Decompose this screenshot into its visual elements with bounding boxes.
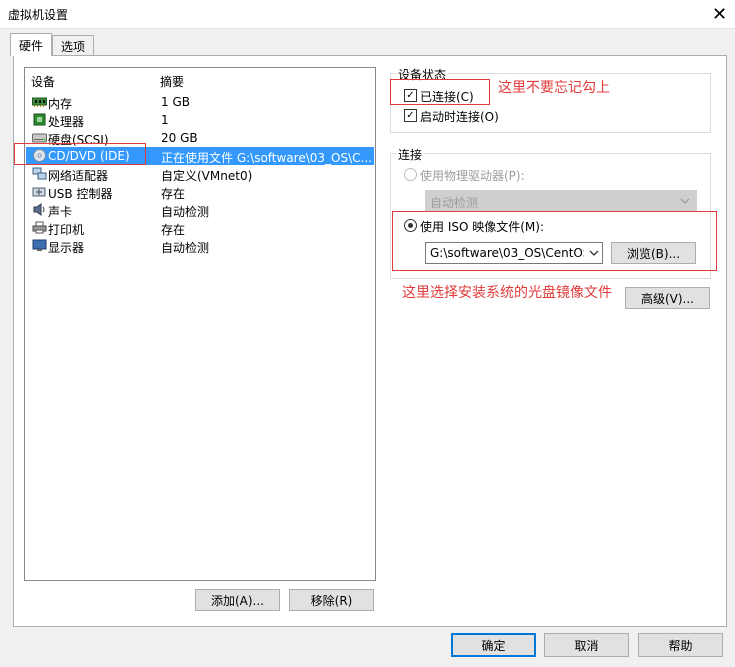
annotation-note-iso: 这里选择安装系统的光盘镜像文件 — [402, 285, 612, 301]
device-summary: 自动检测 — [161, 241, 210, 255]
physical-drive-select[interactable]: 自动检测 — [425, 190, 697, 212]
close-icon[interactable]: ✕ — [704, 0, 735, 28]
device-list-header: 设备 摘要 — [25, 68, 375, 90]
device-summary: 20 GB — [161, 131, 198, 145]
connection-group-label: 连接 — [396, 146, 425, 163]
annotation-box-iso — [392, 211, 717, 271]
device-name: 内存 — [48, 97, 73, 111]
device-name: 网络适配器 — [48, 169, 109, 183]
device-name: USB 控制器 — [48, 187, 113, 201]
tab-hardware[interactable]: 硬件 — [10, 33, 52, 56]
device-summary: 1 GB — [161, 95, 190, 109]
advanced-button[interactable]: 高级(V)... — [625, 287, 710, 309]
help-button[interactable]: 帮助 — [638, 633, 723, 657]
window-title: 虚拟机设置 — [8, 8, 69, 22]
tab-options[interactable]: 选项 — [52, 35, 94, 56]
column-header-device[interactable]: 设备 — [31, 73, 55, 90]
device-name: 打印机 — [48, 223, 85, 237]
physical-drive-label[interactable]: 使用物理驱动器(P): — [420, 167, 525, 184]
device-row-sound-card[interactable]: 声卡 自动检测 — [26, 201, 374, 219]
network-adapter-icon — [32, 167, 47, 180]
cancel-button[interactable]: 取消 — [544, 633, 629, 657]
device-row-processor[interactable]: 处理器 1 — [26, 111, 374, 129]
printer-icon — [32, 221, 47, 234]
memory-icon — [32, 97, 47, 107]
ok-button[interactable]: 确定 — [451, 633, 536, 657]
processor-icon — [33, 113, 46, 126]
annotation-note-connected: 这里不要忘记勾上 — [498, 80, 610, 96]
device-summary: 自动检测 — [161, 205, 210, 219]
device-row-usb-controller[interactable]: USB 控制器 存在 — [26, 183, 374, 201]
display-icon — [32, 239, 47, 251]
column-header-summary[interactable]: 摘要 — [160, 73, 184, 90]
title-bar: 虚拟机设置 ✕ — [0, 0, 735, 29]
tab-hardware-label: 硬件 — [18, 38, 43, 53]
device-row-printer[interactable]: 打印机 存在 — [26, 219, 374, 237]
connect-at-power-on-label[interactable]: 启动时连接(O) — [420, 108, 499, 125]
device-summary: 存在 — [161, 223, 186, 237]
device-summary: 正在使用文件 G:\software\03_OS\C... — [161, 151, 372, 165]
device-row-display[interactable]: 显示器 自动检测 — [26, 237, 374, 255]
tab-options-label: 选项 — [60, 39, 85, 54]
device-summary: 自定义(VMnet0) — [161, 169, 253, 183]
physical-drive-select-value: 自动检测 — [430, 196, 479, 210]
add-button[interactable]: 添加(A)... — [195, 589, 280, 611]
annotation-box-cd-dvd — [14, 143, 146, 165]
device-row-memory[interactable]: 内存 1 GB — [26, 93, 374, 111]
device-summary: 存在 — [161, 187, 186, 201]
device-name: 处理器 — [48, 115, 85, 129]
usb-controller-icon — [32, 187, 46, 197]
device-name: 显示器 — [48, 241, 85, 255]
annotation-box-connected — [390, 79, 490, 105]
connect-at-power-on-checkbox[interactable]: ✓ — [404, 109, 417, 122]
device-row-network-adapter[interactable]: 网络适配器 自定义(VMnet0) — [26, 165, 374, 183]
physical-drive-radio[interactable] — [404, 168, 417, 181]
chevron-down-icon — [680, 198, 690, 204]
sound-card-icon — [33, 203, 45, 216]
device-summary: 1 — [161, 113, 169, 127]
remove-button[interactable]: 移除(R) — [289, 589, 374, 611]
device-name: 声卡 — [48, 205, 73, 219]
